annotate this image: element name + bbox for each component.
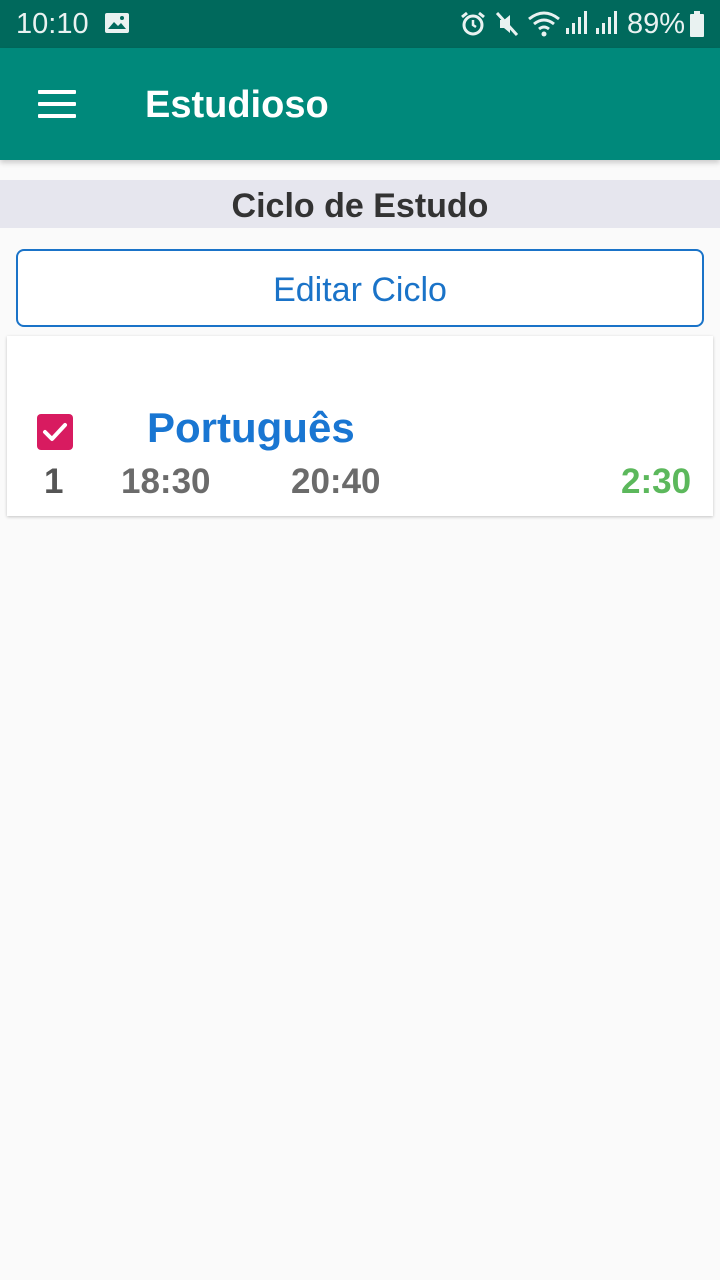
completed-checkbox[interactable] bbox=[37, 414, 73, 450]
edit-cycle-button[interactable]: Editar Ciclo bbox=[16, 249, 704, 327]
cycle-item-card[interactable]: Português 1 18:30 20:40 2:30 bbox=[7, 336, 713, 516]
section-header: Ciclo de Estudo bbox=[0, 180, 720, 228]
start-time: 18:30 bbox=[121, 462, 211, 501]
check-icon bbox=[43, 423, 67, 441]
subject-name: Português bbox=[147, 404, 355, 451]
alarm-icon bbox=[461, 11, 485, 36]
duration: 2:30 bbox=[621, 462, 692, 501]
signal-icon bbox=[596, 11, 617, 34]
status-time: 10:10 bbox=[16, 8, 89, 40]
app-bar: Estudioso bbox=[0, 48, 720, 160]
mute-icon bbox=[495, 11, 519, 37]
item-index: 1 bbox=[44, 462, 64, 501]
battery-icon bbox=[690, 11, 704, 37]
signal-icon bbox=[566, 11, 587, 34]
battery-percentage: 89% bbox=[627, 8, 686, 40]
gallery-icon bbox=[105, 13, 129, 33]
wifi-icon bbox=[528, 11, 560, 37]
status-bar: 10:10 89% bbox=[0, 0, 720, 48]
app-title: Estudioso bbox=[145, 84, 329, 126]
end-time: 20:40 bbox=[291, 462, 381, 501]
hamburger-menu-icon[interactable] bbox=[24, 76, 88, 132]
